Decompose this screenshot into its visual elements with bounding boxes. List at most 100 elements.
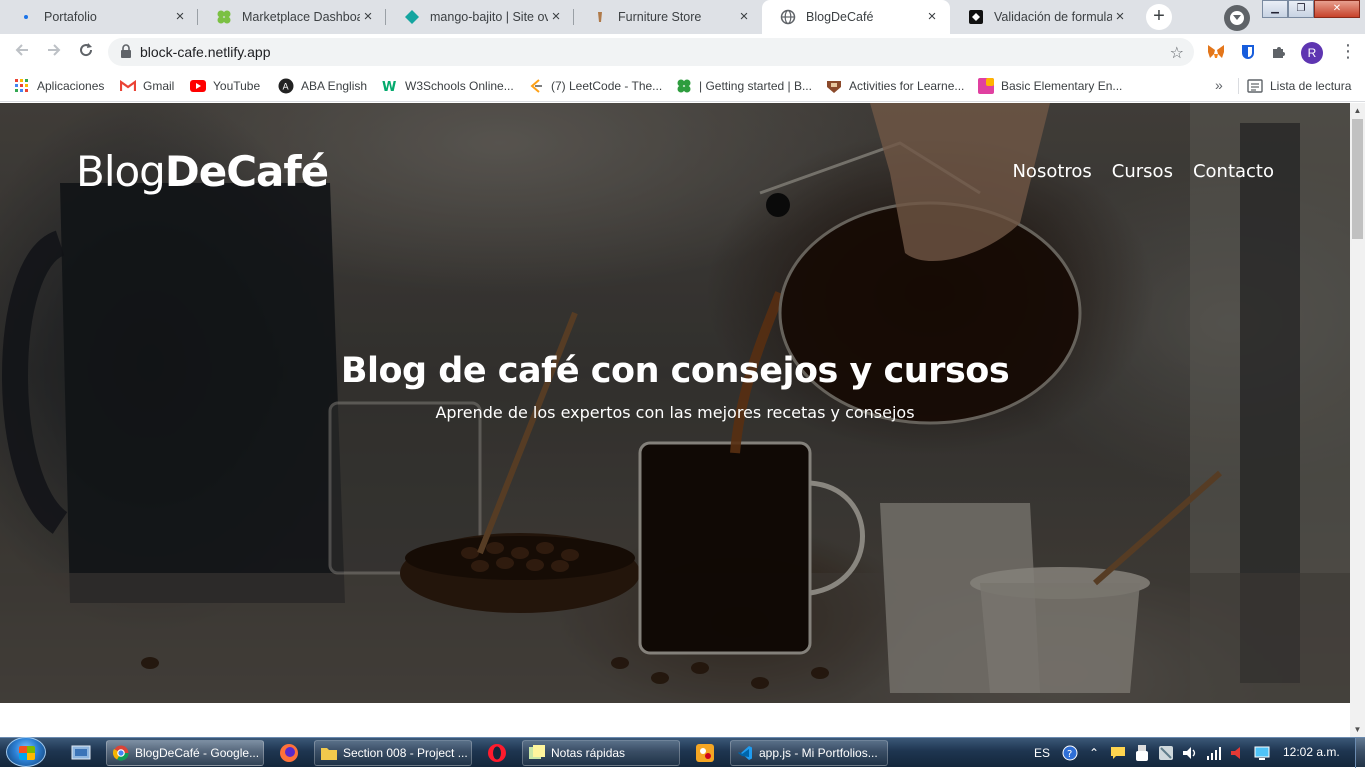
metamask-extension-icon[interactable]: [1207, 43, 1225, 61]
maximize-button[interactable]: ❐: [1288, 0, 1314, 18]
logo-light: Blog: [76, 147, 166, 196]
site-nav: Nosotros Cursos Contacto: [1012, 161, 1274, 182]
bookmark-activities[interactable]: Activities for Learne...: [826, 77, 964, 95]
vscode-icon: [737, 745, 753, 761]
bookmark-label: (7) LeetCode - The...: [551, 79, 663, 93]
tab-title: Furniture Store: [618, 10, 702, 24]
clover-icon: [676, 78, 692, 94]
chrome-icon: [113, 745, 129, 761]
task-label: Section 008 - Project ...: [343, 746, 468, 760]
close-tab-icon[interactable]: ×: [924, 9, 940, 25]
close-tab-icon[interactable]: ×: [360, 9, 376, 25]
clover-icon: [216, 9, 232, 25]
tab-search-button[interactable]: [1224, 5, 1250, 31]
tab-furniture-store[interactable]: Furniture Store ×: [574, 0, 762, 34]
bitwarden-extension-icon[interactable]: [1239, 43, 1257, 61]
chat-bubble-icon[interactable]: [1110, 745, 1126, 761]
show-desktop-icon[interactable]: [70, 742, 92, 764]
tab-mango-bajito[interactable]: mango-bajito | Site overview ×: [386, 0, 574, 34]
tab-title: BlogDeCafé: [806, 10, 874, 24]
minimize-button[interactable]: ▁: [1262, 0, 1288, 18]
scrollbar-thumb[interactable]: [1352, 119, 1363, 239]
tab-blogdecafe[interactable]: BlogDeCafé ×: [762, 0, 950, 34]
arrow-right-icon: [48, 44, 61, 56]
taskbar-sticky-notes[interactable]: Notas rápidas: [522, 740, 680, 766]
browser-menu-icon[interactable]: ⋮: [1339, 42, 1357, 62]
signal-bars-icon[interactable]: [1206, 745, 1222, 761]
page-scrollbar[interactable]: ▲ ▼: [1350, 103, 1365, 737]
bookmark-star-icon[interactable]: ☆: [1170, 43, 1184, 63]
back-button[interactable]: [12, 42, 32, 62]
tray-overflow-icon[interactable]: ⌃: [1086, 745, 1102, 761]
firefox-icon[interactable]: [278, 742, 300, 764]
windows-logo-icon: [19, 746, 35, 760]
close-tab-icon[interactable]: ×: [736, 9, 752, 25]
scroll-up-icon[interactable]: ▲: [1350, 103, 1365, 118]
aba-english-icon: A: [278, 78, 294, 94]
bookmark-youtube[interactable]: YouTube: [190, 77, 260, 95]
bookmarks-bar: Aplicaciones Gmail YouTube A ABA English…: [0, 70, 1365, 102]
hero-subtitle: Aprende de los expertos con las mejores …: [435, 403, 915, 422]
bookmark-label: YouTube: [213, 79, 261, 93]
bookmark-gmail[interactable]: Gmail: [120, 77, 174, 95]
volume-icon[interactable]: [1182, 745, 1198, 761]
bookmark-leetcode[interactable]: (7) LeetCode - The...: [528, 77, 662, 95]
lock-icon[interactable]: [120, 43, 132, 61]
globe-icon: [780, 9, 796, 25]
bookmark-aba-english[interactable]: A ABA English: [278, 77, 367, 95]
bookmark-w3schools[interactable]: W W3Schools Online...: [382, 77, 514, 95]
close-tab-icon[interactable]: ×: [1112, 9, 1128, 25]
nav-link-cursos[interactable]: Cursos: [1112, 161, 1173, 182]
language-indicator[interactable]: ES: [1030, 745, 1054, 761]
taskbar-clock[interactable]: 12:02 a.m.: [1283, 745, 1340, 759]
bookmark-basic-elementary[interactable]: Basic Elementary En...: [978, 77, 1122, 95]
more-bookmarks-button[interactable]: »: [1215, 77, 1223, 93]
site-logo[interactable]: BlogDeCafé: [76, 147, 329, 196]
tab-validacion-formulario[interactable]: Validación de formulario ×: [950, 0, 1138, 34]
new-tab-button[interactable]: +: [1146, 4, 1172, 30]
taskbar-folder[interactable]: Section 008 - Project ...: [314, 740, 472, 766]
reading-list-label: Lista de lectura: [1270, 79, 1352, 93]
address-bar[interactable]: block-cafe.netlify.app ☆: [108, 38, 1194, 66]
codepen-icon: [968, 9, 984, 25]
system-tray: ES ? ⌃: [1030, 738, 1278, 768]
bookmark-label: | Getting started | B...: [699, 79, 812, 93]
usb-device-icon[interactable]: [1134, 745, 1150, 761]
close-window-button[interactable]: ✕: [1314, 0, 1360, 18]
url-text[interactable]: block-cafe.netlify.app: [140, 44, 270, 60]
taskbar-chrome[interactable]: BlogDeCafé - Google...: [106, 740, 264, 766]
taskbar-vscode[interactable]: app.js - Mi Portfolios...: [730, 740, 888, 766]
start-button[interactable]: [6, 737, 46, 767]
bookmark-label: W3Schools Online...: [405, 79, 514, 93]
logo-bold: DeCafé: [164, 147, 329, 196]
show-desktop-button[interactable]: [1355, 738, 1365, 768]
scroll-down-icon[interactable]: ▼: [1350, 722, 1365, 737]
paint-app-icon[interactable]: [694, 742, 716, 764]
close-tab-icon[interactable]: ×: [548, 9, 564, 25]
forward-button[interactable]: [44, 42, 64, 62]
tab-title: Validación de formulario: [994, 10, 1112, 24]
bookmark-getting-started[interactable]: | Getting started | B...: [676, 77, 812, 95]
reading-list-button[interactable]: Lista de lectura: [1247, 77, 1351, 95]
arrow-left-icon: [15, 44, 28, 56]
network-disabled-icon[interactable]: [1158, 745, 1174, 761]
chevron-down-icon: [1230, 11, 1244, 25]
opera-icon[interactable]: [486, 742, 508, 764]
svg-text:?: ?: [1067, 749, 1072, 760]
nav-link-contacto[interactable]: Contacto: [1193, 161, 1274, 182]
tab-marketplace-dashboard[interactable]: Marketplace Dashboard ×: [198, 0, 386, 34]
close-tab-icon[interactable]: ×: [172, 9, 188, 25]
help-icon[interactable]: ?: [1062, 745, 1078, 761]
display-icon[interactable]: [1254, 745, 1270, 761]
profile-avatar[interactable]: R: [1301, 42, 1323, 64]
nav-link-nosotros[interactable]: Nosotros: [1012, 161, 1091, 182]
speaker-alert-icon[interactable]: [1230, 745, 1246, 761]
extensions-puzzle-icon[interactable]: [1270, 43, 1288, 61]
window-controls: ▁ ❐ ✕: [1262, 0, 1360, 18]
svg-text:W: W: [382, 80, 396, 93]
reload-button[interactable]: [76, 42, 96, 62]
bookmarks-divider: [1238, 78, 1239, 94]
gmail-icon: [120, 78, 136, 94]
tab-portafolio[interactable]: Portafolio ×: [0, 0, 198, 34]
bookmark-aplicaciones[interactable]: Aplicaciones: [14, 77, 104, 95]
